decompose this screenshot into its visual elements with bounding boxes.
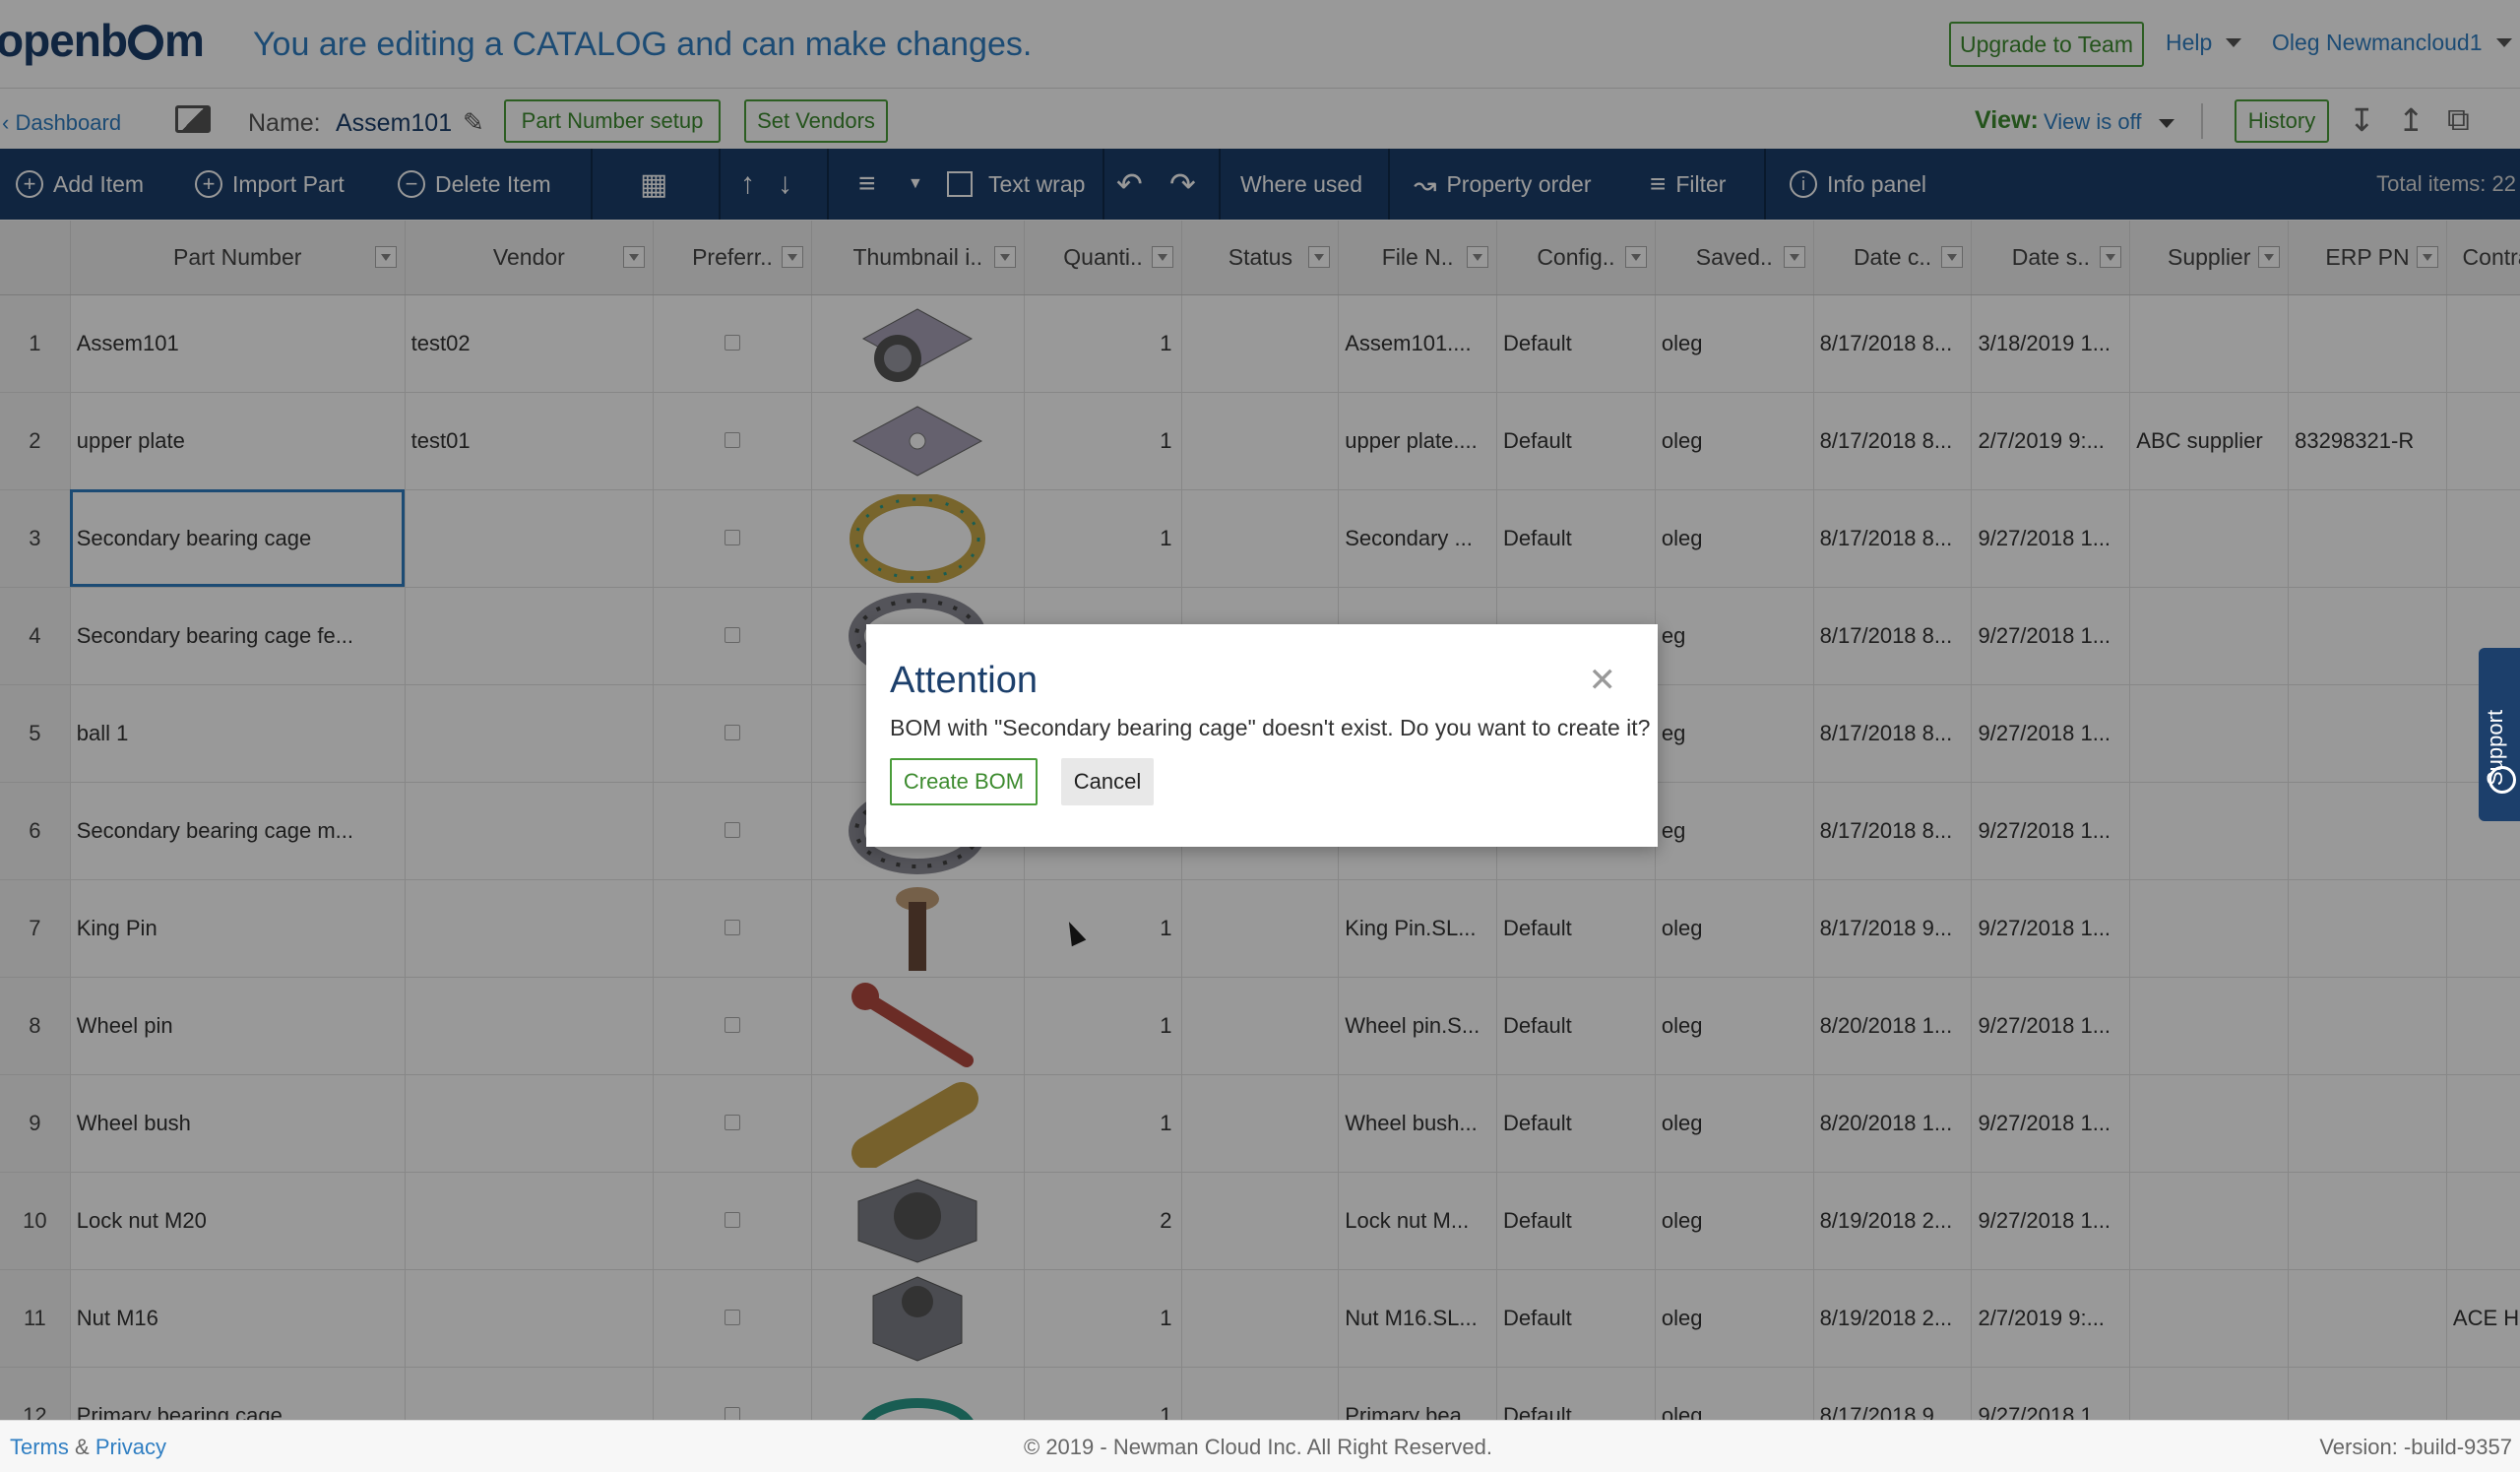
create-bom-button[interactable]: Create BOM [890,758,1038,805]
support-tab[interactable]: Support [2479,648,2520,821]
privacy-link[interactable]: Privacy [95,1435,166,1459]
attention-dialog: Attention ✕ BOM with "Secondary bearing … [866,624,1658,847]
footer-links: Terms & Privacy [10,1435,166,1460]
copyright: © 2019 - Newman Cloud Inc. All Right Res… [1024,1435,1492,1459]
support-icon [2488,766,2516,794]
footer-amp: & [75,1435,90,1459]
close-icon[interactable]: ✕ [1589,664,1617,697]
dialog-title: Attention [890,660,1038,701]
dialog-message: BOM with "Secondary bearing cage" doesn'… [890,715,1651,740]
terms-link[interactable]: Terms [10,1435,69,1459]
footer: Terms & Privacy © 2019 - Newman Cloud In… [0,1420,2520,1472]
cancel-button[interactable]: Cancel [1061,758,1154,805]
version: Version: -build-9357 [2319,1435,2512,1459]
